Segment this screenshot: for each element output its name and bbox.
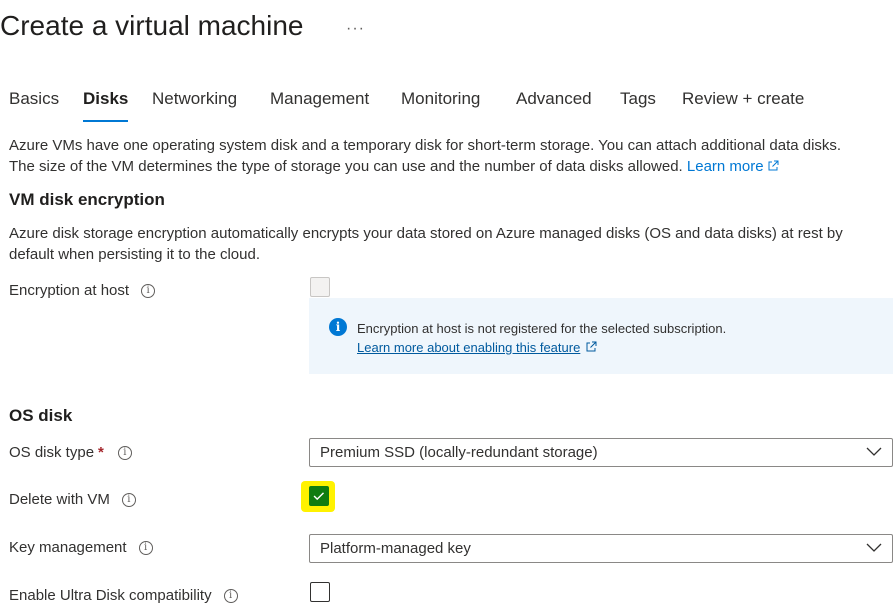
enable-feature-link[interactable]: Learn more about enabling this feature [357,340,580,355]
info-icon[interactable]: i [138,540,153,555]
encryption-at-host-text: Encryption at host [9,282,130,299]
more-options-button[interactable]: ··· [346,20,365,38]
chevron-down-icon [866,543,882,552]
tab-monitoring[interactable]: Monitoring [401,88,480,122]
encryption-description-line-2: default when persisting it to the cloud. [9,246,260,263]
encryption-info-text: Encryption at host is not registered for… [357,319,726,357]
checkmark-icon [313,492,325,501]
key-management-dropdown[interactable]: Platform-managed key [309,534,893,563]
delete-with-vm-text: Delete with VM [9,491,110,508]
encryption-info-message: Encryption at host is not registered for… [357,321,727,336]
intro-line-2-text: The size of the VM determines the type o… [9,158,683,175]
info-icon[interactable]: i [223,588,238,603]
tab-disks[interactable]: Disks [83,88,129,122]
external-link-icon [768,160,779,171]
ultra-disk-label: Enable Ultra Disk compatibility i [9,587,238,604]
tab-networking[interactable]: Networking [152,88,237,122]
os-disk-type-text: OS disk type [9,444,95,461]
os-disk-type-dropdown[interactable]: Premium SSD (locally-redundant storage) [309,438,893,467]
encryption-at-host-label: Encryption at host i [9,282,156,299]
encryption-info-link-row: Learn more about enabling this feature [357,338,726,357]
tab-management[interactable]: Management [270,88,369,122]
key-management-value: Platform-managed key [320,540,471,557]
intro-line-1: Azure VMs have one operating system disk… [9,137,842,154]
tab-tags[interactable]: Tags [620,88,656,122]
ultra-disk-checkbox[interactable] [310,582,330,602]
learn-more-link[interactable]: Learn more [687,158,779,175]
os-disk-type-label: OS disk type * i [9,444,132,461]
intro-line-2: The size of the VM determines the type o… [9,156,889,177]
tab-bar: Basics Disks Networking Management Monit… [0,88,893,122]
required-asterisk: * [98,444,104,461]
create-vm-page: Create a virtual machine ··· Basics Disk… [0,0,893,606]
learn-more-label: Learn more [686,158,764,175]
info-circle-icon: i [329,318,347,336]
os-disk-heading: OS disk [9,406,73,425]
delete-with-vm-label: Delete with VM i [9,491,136,508]
encryption-description-line-1: Azure disk storage encryption automatica… [9,225,843,242]
tab-review-create[interactable]: Review + create [682,88,804,122]
tab-basics[interactable]: Basics [9,88,59,122]
info-icon[interactable]: i [121,492,136,507]
key-management-label: Key management i [9,539,153,556]
info-icon[interactable]: i [117,445,132,460]
encryption-info-banner: i Encryption at host is not registered f… [309,298,893,374]
key-management-text: Key management [9,539,127,556]
encryption-description: Azure disk storage encryption automatica… [9,223,889,265]
ultra-disk-text: Enable Ultra Disk compatibility [9,587,212,604]
intro-text: Azure VMs have one operating system disk… [9,135,889,177]
tab-advanced[interactable]: Advanced [516,88,592,122]
info-icon[interactable]: i [141,283,156,298]
page-title: Create a virtual machine [0,10,304,41]
external-link-icon [586,341,597,352]
os-disk-type-value: Premium SSD (locally-redundant storage) [320,444,598,461]
chevron-down-icon [866,447,882,456]
delete-with-vm-checkbox[interactable] [309,486,329,506]
encryption-at-host-checkbox[interactable] [310,277,330,297]
vm-disk-encryption-heading: VM disk encryption [9,190,165,209]
